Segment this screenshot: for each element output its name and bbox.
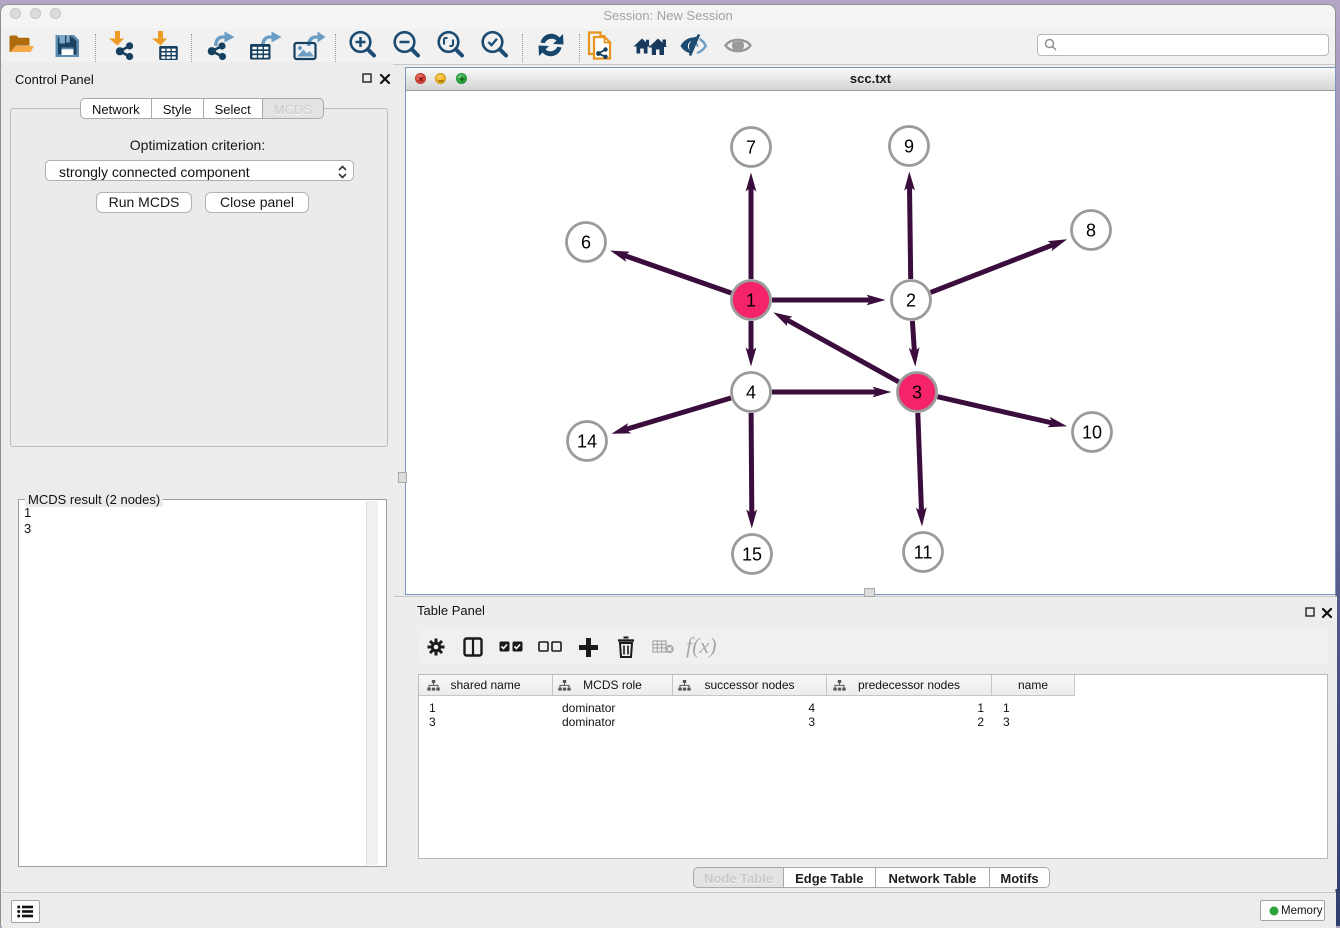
svg-text:4: 4	[746, 383, 756, 403]
svg-text:2: 2	[906, 291, 916, 311]
svg-text:15: 15	[742, 545, 762, 565]
svg-text:8: 8	[1086, 221, 1096, 241]
svg-text:10: 10	[1082, 423, 1102, 443]
svg-text:1: 1	[746, 291, 756, 311]
svg-text:9: 9	[904, 137, 914, 157]
svg-text:7: 7	[746, 138, 756, 158]
svg-text:3: 3	[912, 383, 922, 403]
svg-text:6: 6	[581, 233, 591, 253]
svg-text:11: 11	[914, 543, 933, 563]
svg-text:14: 14	[577, 432, 597, 452]
